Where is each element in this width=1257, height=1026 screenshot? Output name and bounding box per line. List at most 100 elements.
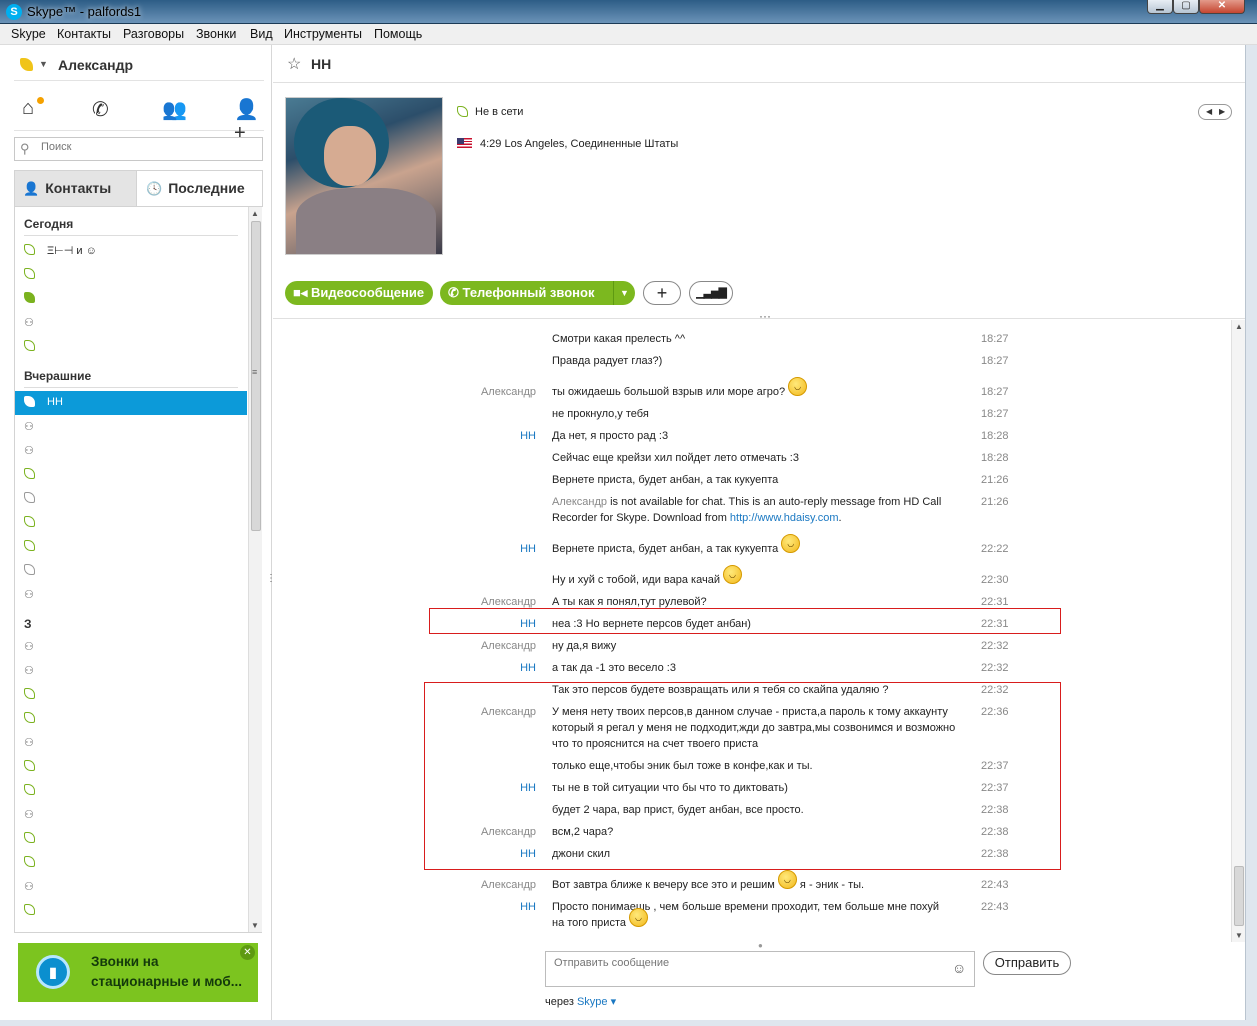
list-item[interactable]: [15, 463, 247, 487]
status-check-icon: [24, 292, 35, 306]
list-item[interactable]: Ξ⊢⊣ и ☺: [15, 239, 247, 263]
group-icon[interactable]: 👥: [162, 97, 187, 122]
list-item[interactable]: ⚇: [15, 875, 247, 899]
message-time: 22:32: [981, 662, 1009, 674]
list-scrollbar[interactable]: ▲ ≡ ▼: [248, 207, 262, 932]
grip-icon: ≡: [252, 367, 258, 377]
list-item[interactable]: [15, 707, 247, 731]
message-time: 22:43: [981, 901, 1009, 913]
list-item[interactable]: ⚇: [15, 635, 247, 659]
list-item[interactable]: [15, 899, 247, 923]
list-item[interactable]: ⚇: [15, 731, 247, 755]
close-icon[interactable]: ✕: [240, 945, 255, 960]
profile-pager[interactable]: ◀ ▶: [1198, 104, 1232, 120]
phone-call-button[interactable]: ✆ Телефонный звонок ▼: [440, 281, 635, 305]
divider: [24, 235, 238, 236]
close-window-button[interactable]: ✕: [1199, 0, 1245, 14]
video-message-button[interactable]: ■◂ Видеосообщение: [285, 281, 433, 305]
message-time: 18:28: [981, 452, 1009, 464]
message-text: Сейчас еще крейзи хил пойдет лето отмеча…: [552, 452, 799, 464]
menu-tools[interactable]: Инструменты: [284, 27, 362, 41]
message-author: НН: [520, 901, 536, 913]
list-item[interactable]: [15, 683, 247, 707]
message-text: Правда радует глаз?): [552, 355, 663, 367]
chat-scrollbar[interactable]: ▲ ▼: [1231, 320, 1245, 942]
status-online-icon: [24, 784, 35, 798]
us-flag-icon: [457, 138, 472, 148]
wink-emoticon-icon: ◡: [628, 908, 648, 927]
message-author: Александр: [480, 640, 536, 652]
list-item-label: Ξ⊢⊣ и ☺: [47, 245, 97, 257]
conversation-header: ☆ НН: [273, 45, 1245, 83]
list-item[interactable]: [15, 559, 247, 583]
via-skype-link[interactable]: Skype ▾: [577, 996, 616, 1008]
list-item-selected[interactable]: НН: [15, 391, 247, 415]
menu-conversations[interactable]: Разговоры: [123, 27, 184, 41]
presence-status: Не в сети: [457, 106, 523, 118]
list-item[interactable]: [15, 851, 247, 875]
star-icon[interactable]: ☆: [287, 54, 301, 74]
profile-bar[interactable]: ▼ Александр: [14, 53, 264, 81]
menu-contacts[interactable]: Контакты: [57, 27, 111, 41]
list-item[interactable]: [15, 263, 247, 287]
autoreply-link[interactable]: http://www.hdaisy.com: [730, 512, 839, 524]
phone-icon[interactable]: ✆: [92, 97, 109, 122]
list-item[interactable]: ⚇: [15, 311, 247, 335]
chevron-right-icon[interactable]: ▶: [1219, 107, 1225, 116]
via-selector[interactable]: через Skype ▾: [545, 995, 616, 1008]
list-item[interactable]: ⚇: [15, 659, 247, 683]
resize-grip-icon[interactable]: ●: [758, 941, 763, 950]
message-text: Вот завтра ближе к вечеру все это и реши…: [552, 870, 972, 897]
search-box[interactable]: ⚲: [14, 137, 263, 161]
status-away-icon[interactable]: [20, 58, 33, 71]
list-item[interactable]: [15, 755, 247, 779]
home-icon[interactable]: ⌂: [22, 97, 34, 120]
message-input[interactable]: [554, 957, 944, 969]
list-item[interactable]: [15, 535, 247, 559]
list-item[interactable]: [15, 287, 247, 311]
promo-banner[interactable]: ▮ Звонки на стационарные и моб... ✕: [18, 943, 258, 1002]
minimize-button[interactable]: ▁: [1147, 0, 1173, 14]
scroll-thumb[interactable]: [1234, 866, 1244, 926]
call-quality-icon[interactable]: ▁▃▅▇: [689, 281, 733, 305]
scroll-up-icon[interactable]: ▲: [251, 209, 259, 218]
list-item[interactable]: [15, 779, 247, 803]
add-button[interactable]: +: [643, 281, 681, 305]
menu-help[interactable]: Помощь: [374, 27, 422, 41]
list-item[interactable]: ⚇: [15, 439, 247, 463]
message-composer[interactable]: ☺: [545, 951, 975, 987]
list-item[interactable]: [15, 827, 247, 851]
message-text: Александр is not available for chat. Thi…: [552, 496, 942, 524]
profile-name[interactable]: Александр: [58, 57, 133, 73]
conversation-panel: ☆ НН Не в сети 4:29 Los Angeles, Соедине…: [273, 45, 1245, 1026]
list-item[interactable]: ⚇: [15, 583, 247, 607]
status-online-icon: [24, 712, 35, 726]
avatar-face-shape: [324, 126, 376, 186]
maximize-button[interactable]: ▢: [1173, 0, 1199, 14]
list-item[interactable]: [15, 511, 247, 535]
tab-recent[interactable]: 🕓 Последние: [138, 171, 262, 206]
message-time: 21:26: [981, 474, 1009, 486]
tab-contacts[interactable]: 👤 Контакты: [15, 171, 137, 206]
message-time: 21:26: [981, 496, 1009, 508]
menu-calls[interactable]: Звонки: [196, 27, 236, 41]
menu-skype[interactable]: Skype: [11, 27, 46, 41]
chevron-down-icon[interactable]: ▼: [39, 59, 48, 69]
emoticon-picker-icon[interactable]: ☺: [952, 960, 966, 976]
search-input[interactable]: [41, 141, 256, 153]
menu-view[interactable]: Вид: [250, 27, 273, 41]
list-item[interactable]: ⚇: [15, 803, 247, 827]
send-button[interactable]: Отправить: [983, 951, 1071, 975]
highlight-box: [429, 608, 1061, 634]
scroll-down-icon[interactable]: ▼: [251, 921, 259, 930]
chevron-down-icon[interactable]: ▼: [613, 281, 635, 305]
scroll-down-icon[interactable]: ▼: [1235, 931, 1243, 940]
list-item[interactable]: [15, 487, 247, 511]
scroll-up-icon[interactable]: ▲: [1235, 322, 1243, 331]
list-item[interactable]: ⚇: [15, 415, 247, 439]
group-chat-icon: ⚇: [24, 665, 34, 677]
chevron-left-icon[interactable]: ◀: [1206, 107, 1212, 116]
contact-avatar[interactable]: [285, 97, 443, 255]
message-time: 18:27: [981, 386, 1009, 398]
list-item[interactable]: [15, 335, 247, 359]
